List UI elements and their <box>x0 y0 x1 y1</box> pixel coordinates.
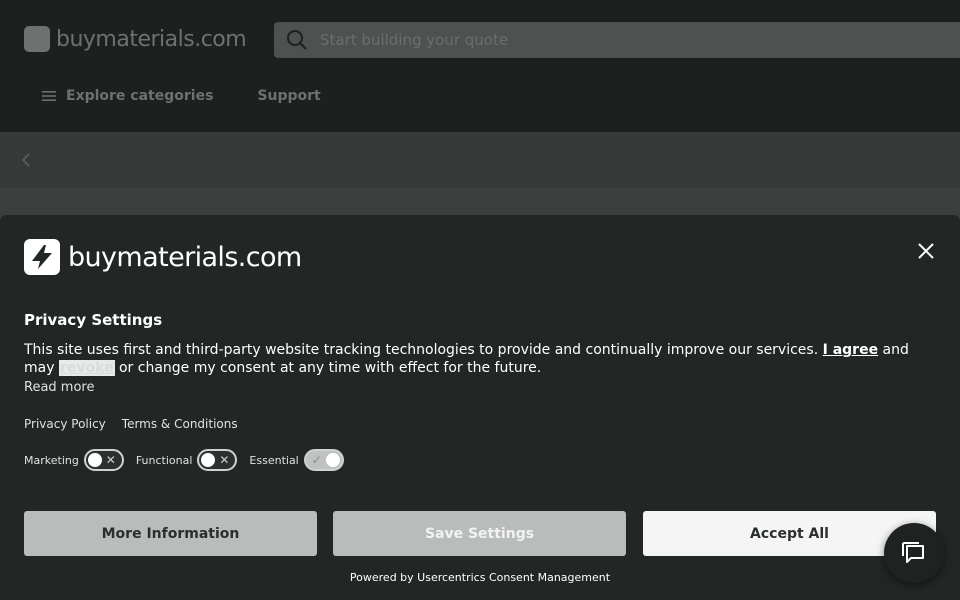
close-icon[interactable] <box>914 239 938 263</box>
nav-explore-label: Explore categories <box>66 88 214 104</box>
essential-toggle[interactable]: ✓ <box>303 449 344 471</box>
search-icon <box>287 30 307 50</box>
consent-modal: buymaterials.com Privacy Settings This s… <box>0 215 960 600</box>
toggle-knob <box>87 453 102 467</box>
marketing-label: Marketing <box>24 453 79 467</box>
toggle-knob <box>201 453 216 467</box>
search-input[interactable]: Start building your quote <box>320 31 508 49</box>
consent-title: Privacy Settings <box>24 311 163 329</box>
toggle-group-functional: Functional ✕ <box>136 449 238 471</box>
logo-mark-icon <box>24 26 50 52</box>
powered-by-text: Powered by Usercentrics Consent Manageme… <box>349 571 611 584</box>
functional-toggle[interactable]: ✕ <box>197 449 238 471</box>
read-more-link[interactable]: Read more <box>24 380 94 395</box>
site-header: buymaterials.com Start building your quo… <box>0 0 960 132</box>
consent-logo-text: buymaterials.com <box>68 241 302 273</box>
consent-toggles: Marketing ✕ Functional ✕ Essential ✓ <box>24 449 344 471</box>
breadcrumb-bar <box>0 132 960 188</box>
check-icon: ✓ <box>311 453 322 467</box>
search-bar[interactable]: Start building your quote <box>274 22 960 58</box>
privacy-policy-link[interactable]: Privacy Policy <box>24 417 106 431</box>
marketing-toggle[interactable]: ✕ <box>83 449 124 471</box>
x-icon: ✕ <box>105 453 116 467</box>
nav-support-label: Support <box>257 88 321 104</box>
site-logo[interactable]: buymaterials.com <box>24 26 247 52</box>
consent-logo: buymaterials.com <box>24 239 302 275</box>
essential-label: Essential <box>249 453 299 467</box>
agree-link[interactable]: I agree <box>823 342 878 358</box>
revoke-link[interactable]: revoke <box>58 360 115 376</box>
terms-link[interactable]: Terms & Conditions <box>122 417 238 431</box>
nav-support[interactable]: Support <box>257 88 320 104</box>
toggle-knob <box>325 453 340 467</box>
main-nav: Explore categories Support <box>42 88 321 104</box>
toggle-group-essential: Essential ✓ <box>249 449 344 471</box>
description-text-1: This site uses first and third-party web… <box>24 342 823 358</box>
more-information-button[interactable]: More Information <box>24 511 317 556</box>
menu-icon <box>42 91 56 101</box>
chevron-left-icon[interactable] <box>18 148 34 172</box>
logo-mark-icon <box>24 239 60 275</box>
description-text-3: or change my consent at any time with ef… <box>114 360 542 376</box>
x-icon: ✕ <box>219 453 230 467</box>
save-settings-button[interactable]: Save Settings <box>333 511 626 556</box>
nav-explore-categories[interactable]: Explore categories <box>42 88 213 104</box>
consent-description: This site uses first and third-party web… <box>24 341 924 377</box>
site-logo-text: buymaterials.com <box>56 26 247 52</box>
functional-label: Functional <box>135 453 193 467</box>
policy-links: Privacy Policy Terms & Conditions <box>24 417 238 431</box>
toggle-group-marketing: Marketing ✕ <box>24 449 124 471</box>
chat-icon <box>902 542 924 563</box>
chat-button[interactable] <box>884 523 944 583</box>
